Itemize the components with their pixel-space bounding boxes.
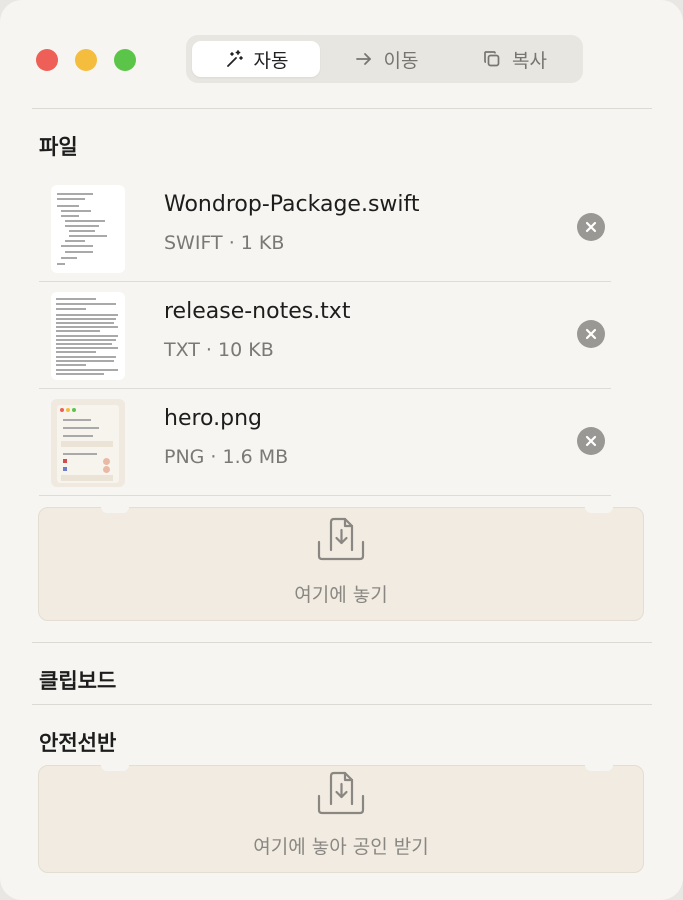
section-divider bbox=[32, 642, 652, 643]
file-meta: PNG · 1.6 MB bbox=[164, 446, 289, 468]
magic-wand-icon bbox=[224, 49, 244, 69]
file-thumbnail bbox=[51, 399, 125, 487]
file-name: Wondrop-Package.swift bbox=[164, 192, 420, 217]
file-row[interactable]: hero.png PNG · 1.6 MB bbox=[39, 389, 611, 496]
app-window: 자동 이동 복사 파일 Wondrop-Package.swift SWIFT … bbox=[0, 0, 683, 900]
close-icon bbox=[585, 328, 597, 340]
tab-move[interactable]: 이동 bbox=[324, 41, 448, 77]
shelf-section-title[interactable]: 안전선반 bbox=[39, 727, 116, 757]
copy-icon bbox=[482, 49, 502, 69]
download-tray-icon bbox=[316, 516, 366, 566]
dropzone-label: 여기에 놓기 bbox=[294, 584, 388, 606]
tab-auto[interactable]: 자동 bbox=[192, 41, 320, 77]
file-thumbnail bbox=[51, 185, 125, 273]
minimize-window-button[interactable] bbox=[75, 49, 97, 71]
files-section-title: 파일 bbox=[39, 135, 78, 159]
clipboard-section-title[interactable]: 클립보드 bbox=[39, 665, 116, 695]
section-divider bbox=[32, 704, 652, 705]
arrow-right-icon bbox=[354, 49, 374, 69]
file-drop-zone[interactable]: 여기에 놓기 bbox=[38, 507, 644, 621]
close-icon bbox=[585, 435, 597, 447]
file-name: hero.png bbox=[164, 406, 262, 431]
zoom-window-button[interactable] bbox=[114, 49, 136, 71]
toolbar-divider bbox=[32, 108, 652, 109]
mode-segmented-control: 자동 이동 복사 bbox=[186, 35, 583, 83]
dropzone-notch bbox=[585, 507, 613, 513]
download-tray-icon bbox=[316, 770, 366, 820]
dropzone-notch bbox=[101, 507, 129, 513]
file-row[interactable]: Wondrop-Package.swift SWIFT · 1 KB bbox=[39, 175, 611, 282]
file-name: release-notes.txt bbox=[164, 299, 351, 324]
file-row[interactable]: release-notes.txt TXT · 10 KB bbox=[39, 282, 611, 389]
file-meta: TXT · 10 KB bbox=[164, 339, 274, 361]
tab-move-label: 이동 bbox=[383, 49, 419, 72]
tab-auto-label: 자동 bbox=[253, 49, 289, 72]
dropzone-notch bbox=[585, 765, 613, 771]
file-meta: SWIFT · 1 KB bbox=[164, 232, 285, 254]
tab-copy[interactable]: 복사 bbox=[452, 41, 577, 77]
dropzone-label: 여기에 놓아 공인 받기 bbox=[253, 836, 429, 858]
remove-file-button[interactable] bbox=[577, 427, 605, 455]
close-icon bbox=[585, 221, 597, 233]
dropzone-notch bbox=[101, 765, 129, 771]
file-thumbnail bbox=[51, 292, 125, 380]
shelf-drop-zone[interactable]: 여기에 놓아 공인 받기 bbox=[38, 765, 644, 873]
tab-copy-label: 복사 bbox=[512, 49, 547, 72]
remove-file-button[interactable] bbox=[577, 213, 605, 241]
row-separator bbox=[39, 495, 611, 496]
remove-file-button[interactable] bbox=[577, 320, 605, 348]
close-window-button[interactable] bbox=[36, 49, 58, 71]
